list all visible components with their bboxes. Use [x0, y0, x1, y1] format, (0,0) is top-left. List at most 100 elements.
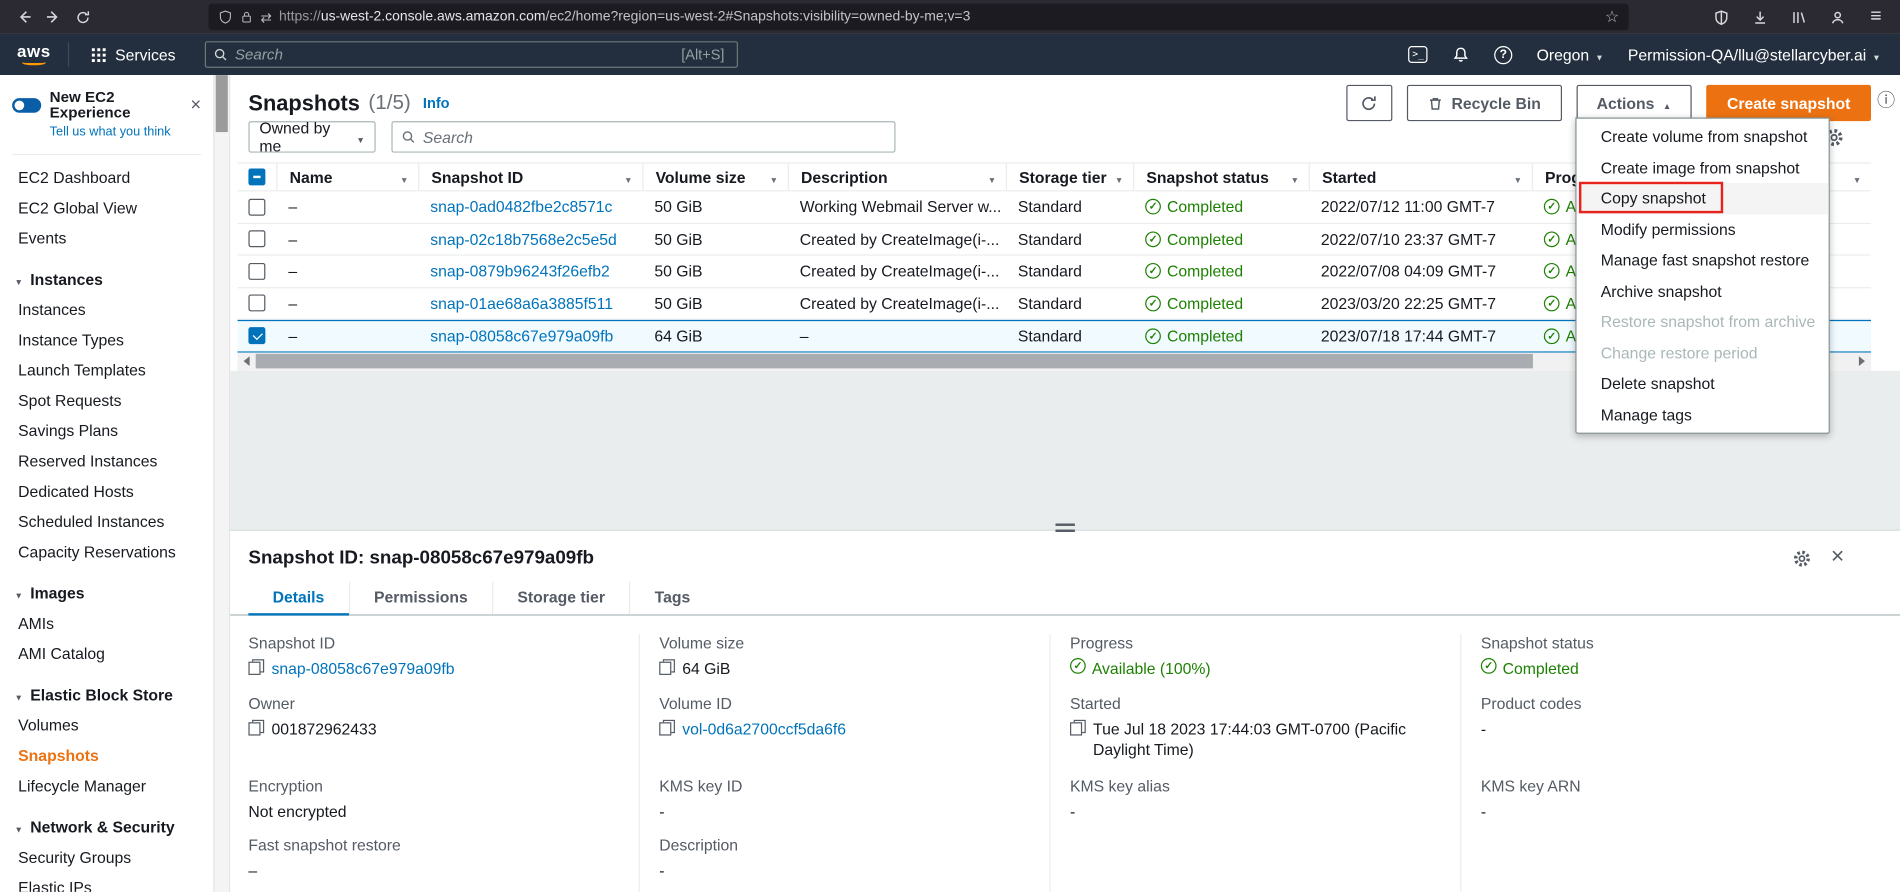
filter-caret-icon[interactable]: [1108, 168, 1124, 186]
filter-caret-icon[interactable]: [1283, 168, 1299, 186]
snapshot-id-link[interactable]: snap-02c18b7568e2c5e5d: [430, 230, 617, 248]
filter-caret-icon[interactable]: [980, 168, 996, 186]
banner-feedback-link[interactable]: Tell us what you think: [50, 125, 201, 140]
sidebar-item-spot-requests[interactable]: Spot Requests: [0, 385, 213, 415]
sidebar-item-instance-types[interactable]: Instance Types: [0, 325, 213, 355]
global-search[interactable]: [Alt+S]: [205, 41, 738, 68]
help-icon[interactable]: [1494, 45, 1512, 63]
aws-logo[interactable]: aws: [17, 44, 51, 66]
menu-item-manage-tags[interactable]: Manage tags: [1577, 399, 1829, 430]
copy-icon[interactable]: [659, 719, 675, 735]
sidebar-item-volumes[interactable]: Volumes: [0, 710, 213, 740]
browser-forward-button[interactable]: [39, 4, 68, 31]
panel-resize-handle[interactable]: [1055, 523, 1074, 531]
column-header-description[interactable]: Description: [788, 164, 1006, 191]
row-checkbox-checked[interactable]: [248, 327, 265, 344]
menu-item-archive-snapshot[interactable]: Archive snapshot: [1577, 276, 1829, 307]
menu-item-copy-snapshot[interactable]: Copy snapshot: [1577, 183, 1829, 214]
sidebar-item-savings-plans[interactable]: Savings Plans: [0, 416, 213, 446]
services-menu[interactable]: Services: [84, 45, 183, 63]
browser-refresh-button[interactable]: [68, 4, 97, 31]
row-checkbox[interactable]: [248, 231, 265, 248]
sidebar-item-launch-templates[interactable]: Launch Templates: [0, 355, 213, 385]
url-bar[interactable]: https://us-west-2.console.aws.amazon.com…: [208, 4, 1628, 31]
https-upgrade-icon[interactable]: [261, 9, 272, 25]
panel-close-icon[interactable]: [1831, 547, 1844, 569]
sidebar-section-instances[interactable]: Instances: [0, 264, 213, 294]
sidebar-section-ebs[interactable]: Elastic Block Store: [0, 680, 213, 710]
menu-item-manage-fast-snapshot-restore[interactable]: Manage fast snapshot restore: [1577, 245, 1829, 276]
filter-caret-icon[interactable]: [1506, 168, 1522, 186]
library-icon[interactable]: [1784, 4, 1813, 31]
column-header-volume-size[interactable]: Volume size: [642, 164, 787, 191]
browser-back-button[interactable]: [10, 4, 39, 31]
copy-icon[interactable]: [659, 659, 675, 675]
global-search-input[interactable]: [235, 46, 676, 63]
volume-id-link[interactable]: vol-0d6a2700ccf5da6f6: [682, 718, 846, 739]
select-all-checkbox[interactable]: [248, 168, 265, 185]
column-header-storage-tier[interactable]: Storage tier: [1006, 164, 1133, 191]
tab-permissions[interactable]: Permissions: [349, 581, 492, 614]
table-search-input[interactable]: [423, 128, 886, 146]
owner-filter-select[interactable]: Owned by me: [248, 121, 375, 153]
filter-caret-icon[interactable]: [1846, 168, 1862, 186]
tab-tags[interactable]: Tags: [629, 581, 714, 614]
filter-caret-icon[interactable]: [762, 168, 778, 186]
snapshot-id-value-link[interactable]: snap-08058c67e979a09fb: [271, 657, 454, 678]
new-experience-toggle[interactable]: [12, 98, 41, 113]
scroll-left-arrow[interactable]: [238, 352, 256, 370]
menu-item-create-volume-from-snapshot[interactable]: Create volume from snapshot: [1577, 121, 1829, 152]
cloudshell-icon[interactable]: >_: [1409, 46, 1428, 63]
notifications-bell-icon[interactable]: [1452, 45, 1470, 63]
scrollbar-thumb[interactable]: [256, 354, 1534, 369]
sidebar-section-network-security[interactable]: Network & Security: [0, 812, 213, 842]
account-menu[interactable]: Permission-QA/llu@stellarcyber.ai: [1628, 45, 1881, 63]
sidebar-item-instances[interactable]: Instances: [0, 294, 213, 324]
sidebar-item-amis[interactable]: AMIs: [0, 608, 213, 638]
actions-button[interactable]: Actions: [1576, 85, 1692, 121]
tab-details[interactable]: Details: [248, 581, 348, 614]
copy-icon[interactable]: [248, 719, 264, 735]
copy-icon[interactable]: [1070, 719, 1086, 735]
sidebar-item-dedicated-hosts[interactable]: Dedicated Hosts: [0, 476, 213, 506]
snapshot-id-link[interactable]: snap-01ae68a6a3885f511: [430, 294, 613, 312]
sidebar-item-lifecycle-manager[interactable]: Lifecycle Manager: [0, 771, 213, 801]
banner-close-icon[interactable]: [191, 95, 202, 117]
scrollbar-thumb[interactable]: [216, 75, 228, 132]
tracking-shield-icon[interactable]: [218, 10, 233, 25]
sidebar-item-ec2-global-view[interactable]: EC2 Global View: [0, 193, 213, 223]
account-icon[interactable]: [1823, 4, 1852, 31]
filter-caret-icon[interactable]: [617, 168, 633, 186]
panel-preferences-gear-icon[interactable]: [1792, 548, 1811, 567]
region-selector[interactable]: Oregon: [1537, 45, 1604, 63]
sidebar-item-snapshots[interactable]: Snapshots: [0, 740, 213, 770]
filter-caret-icon[interactable]: [393, 168, 409, 186]
menu-item-delete-snapshot[interactable]: Delete snapshot: [1577, 368, 1829, 399]
sidebar-item-scheduled-instances[interactable]: Scheduled Instances: [0, 507, 213, 537]
copy-icon[interactable]: [248, 659, 264, 675]
sidebar-item-ec2-dashboard[interactable]: EC2 Dashboard: [0, 162, 213, 192]
sidebar-scrollbar[interactable]: [213, 75, 230, 892]
snapshot-id-link[interactable]: snap-0879b96243f26efb2: [430, 262, 610, 280]
column-header-started[interactable]: Started: [1309, 164, 1532, 191]
info-panel-icon[interactable]: [1877, 87, 1895, 112]
table-search[interactable]: [391, 121, 895, 153]
info-link[interactable]: Info: [423, 95, 450, 112]
menu-item-create-image-from-snapshot[interactable]: Create image from snapshot: [1577, 152, 1829, 183]
create-snapshot-button[interactable]: Create snapshot: [1706, 85, 1871, 121]
row-checkbox[interactable]: [248, 263, 265, 280]
privacy-shield-icon[interactable]: [1706, 4, 1735, 31]
refresh-button[interactable]: [1346, 85, 1392, 121]
sidebar-item-elastic-ips[interactable]: Elastic IPs: [0, 872, 213, 891]
bookmark-star-icon[interactable]: [1605, 6, 1619, 28]
scroll-right-arrow[interactable]: [1853, 352, 1871, 370]
tab-storage-tier[interactable]: Storage tier: [492, 581, 629, 614]
sidebar-item-events[interactable]: Events: [0, 223, 213, 253]
sidebar-item-security-groups[interactable]: Security Groups: [0, 842, 213, 872]
lock-icon[interactable]: [240, 10, 253, 25]
sidebar-item-reserved-instances[interactable]: Reserved Instances: [0, 446, 213, 476]
browser-menu-icon[interactable]: [1861, 4, 1890, 31]
row-checkbox[interactable]: [248, 295, 265, 312]
column-header-snapshot-status[interactable]: Snapshot status: [1133, 164, 1309, 191]
recycle-bin-button[interactable]: Recycle Bin: [1407, 85, 1562, 121]
